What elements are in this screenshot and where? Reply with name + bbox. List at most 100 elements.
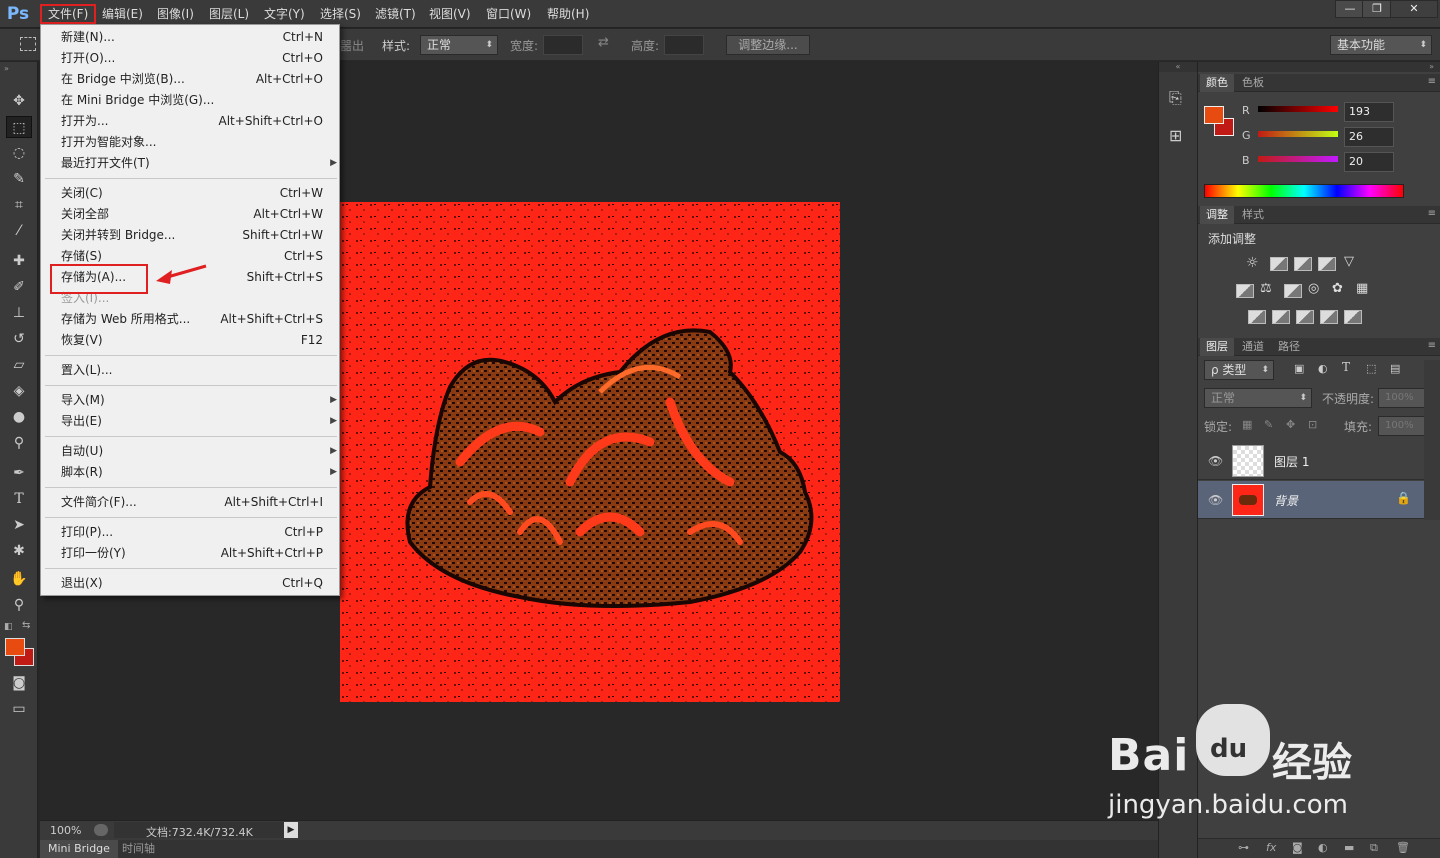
fx-icon[interactable]: fx: [1266, 841, 1276, 854]
menu-item[interactable]: 导入(M) ▶: [61, 390, 337, 411]
tab-channels[interactable]: 通道: [1236, 338, 1270, 356]
channel-g-value[interactable]: 26: [1344, 127, 1394, 147]
channel-r-slider[interactable]: [1258, 106, 1338, 112]
menu-select[interactable]: 选择(S): [314, 4, 367, 24]
tab-adjustments[interactable]: 调整: [1200, 206, 1234, 224]
panel-menu-icon[interactable]: ≡: [1428, 76, 1436, 87]
channel-r-value[interactable]: 193: [1344, 102, 1394, 122]
menu-window[interactable]: 窗口(W): [480, 4, 537, 24]
screen-mode-icon[interactable]: ▭: [6, 698, 32, 720]
collapse-icon[interactable]: »: [4, 64, 9, 73]
close-button[interactable]: ✕: [1390, 0, 1438, 18]
menu-item[interactable]: 在 Bridge 中浏览(B)... Alt+Ctrl+O: [61, 69, 331, 90]
gradient-map-icon[interactable]: [1320, 310, 1338, 324]
healing-brush-icon[interactable]: ✚: [6, 250, 32, 272]
lasso-tool-icon[interactable]: ◌: [6, 142, 32, 164]
menu-file[interactable]: 文件(F): [40, 4, 97, 24]
layer-row[interactable]: 👁 图层 1: [1198, 442, 1424, 480]
quick-select-tool-icon[interactable]: ✎: [6, 168, 32, 190]
menu-item[interactable]: 新建(N)... Ctrl+N: [61, 27, 331, 48]
menu-item[interactable]: 文件简介(F)... Alt+Shift+Ctrl+I: [61, 492, 331, 513]
restore-button[interactable]: ❐: [1362, 0, 1392, 18]
channel-mixer-icon[interactable]: ✿: [1332, 281, 1343, 296]
selective-color-icon[interactable]: [1344, 310, 1362, 324]
tab-color[interactable]: 颜色: [1200, 74, 1234, 92]
menu-item[interactable]: 恢复(V) F12: [61, 330, 331, 351]
menu-item[interactable]: 关闭全部 Alt+Ctrl+W: [61, 204, 331, 225]
new-group-icon[interactable]: ▬: [1344, 841, 1354, 854]
width-field[interactable]: [543, 35, 583, 55]
type-tool-icon[interactable]: T: [6, 488, 32, 510]
eraser-tool-icon[interactable]: ▱: [6, 354, 32, 376]
paint-bucket-icon[interactable]: ◈: [6, 380, 32, 402]
vibrance-icon[interactable]: ▽: [1344, 254, 1354, 269]
brightness-icon[interactable]: ☼: [1246, 255, 1259, 271]
filter-shape-icon[interactable]: ⬚: [1366, 362, 1376, 375]
tab-layers[interactable]: 图层: [1200, 338, 1234, 356]
swap-colors-icon[interactable]: ⇆: [22, 620, 30, 631]
tab-mini-bridge[interactable]: Mini Bridge: [40, 840, 118, 858]
curves-icon[interactable]: [1294, 257, 1312, 271]
lock-pixels-icon[interactable]: ✎: [1264, 418, 1273, 431]
blur-tool-icon[interactable]: ●: [6, 406, 32, 428]
tab-styles[interactable]: 样式: [1236, 206, 1270, 224]
shape-tool-icon[interactable]: ✱: [6, 540, 32, 562]
marquee-tool-preset-icon[interactable]: [20, 37, 36, 51]
menu-layer[interactable]: 图层(L): [203, 4, 255, 24]
hand-tool-icon[interactable]: ✋: [6, 568, 32, 590]
crop-tool-icon[interactable]: ⌗: [6, 194, 32, 216]
style-select[interactable]: 正常 ⬍: [420, 35, 498, 55]
foreground-color-swatch[interactable]: [5, 638, 25, 656]
lock-position-icon[interactable]: ✥: [1286, 418, 1295, 431]
move-tool-icon[interactable]: ✥: [6, 90, 32, 112]
marquee-tool-icon[interactable]: ⬚: [6, 116, 32, 138]
collapse-icon[interactable]: »: [1198, 62, 1440, 72]
menu-view[interactable]: 视图(V): [423, 4, 477, 24]
filter-smart-icon[interactable]: ▤: [1390, 362, 1400, 375]
menu-item[interactable]: 存储为 Web 所用格式... Alt+Shift+Ctrl+S: [61, 309, 331, 330]
stamp-tool-icon[interactable]: ⊥: [6, 302, 32, 324]
blend-mode-select[interactable]: 正常 ⬍: [1204, 388, 1312, 408]
hue-saturation-icon[interactable]: [1236, 284, 1254, 298]
eyedropper-tool-icon[interactable]: ⁄: [6, 220, 32, 242]
refine-edge-button[interactable]: 调整边缘...: [726, 35, 810, 55]
color-fg-swatch[interactable]: [1204, 106, 1224, 124]
menu-item[interactable]: 打开为... Alt+Shift+Ctrl+O: [61, 111, 331, 132]
document-image[interactable]: [340, 202, 840, 702]
quick-mask-icon[interactable]: ◙: [6, 672, 32, 694]
status-menu-arrow-icon[interactable]: ▶: [284, 822, 298, 838]
layer-name[interactable]: 背景: [1274, 492, 1298, 509]
menu-item[interactable]: 打印(P)... Ctrl+P: [61, 522, 331, 543]
default-colors-icon[interactable]: ◧: [4, 622, 13, 632]
menu-item[interactable]: 导出(E) ▶: [61, 411, 337, 432]
filter-adjust-icon[interactable]: ◐: [1318, 362, 1328, 375]
path-select-icon[interactable]: ➤: [6, 514, 32, 536]
menu-item[interactable]: 置入(L)...: [61, 360, 331, 381]
channel-b-slider[interactable]: [1258, 156, 1338, 162]
brush-tool-icon[interactable]: ✐: [6, 276, 32, 298]
threshold-icon[interactable]: [1296, 310, 1314, 324]
new-adjustment-icon[interactable]: ◐: [1318, 841, 1328, 854]
black-white-icon[interactable]: [1284, 284, 1302, 298]
layer-filter-select[interactable]: ρ 类型 ⬍: [1204, 360, 1274, 380]
menu-item[interactable]: 自动(U) ▶: [61, 441, 337, 462]
history-brush-icon[interactable]: ↺: [6, 328, 32, 350]
visibility-eye-icon[interactable]: 👁: [1208, 454, 1223, 468]
zoom-level[interactable]: 100%: [50, 824, 81, 837]
channel-b-value[interactable]: 20: [1344, 152, 1394, 172]
lock-transparent-icon[interactable]: ▦: [1242, 418, 1252, 431]
levels-icon[interactable]: [1270, 257, 1288, 271]
layers-scrollbar[interactable]: [1424, 360, 1440, 520]
channel-g-slider[interactable]: [1258, 131, 1338, 137]
menu-item[interactable]: 退出(X) Ctrl+Q: [61, 573, 331, 594]
menu-item[interactable]: 关闭(C) Ctrl+W: [61, 183, 331, 204]
menu-item[interactable]: 打印一份(Y) Alt+Shift+Ctrl+P: [61, 543, 331, 564]
invert-icon[interactable]: [1248, 310, 1266, 324]
menu-item[interactable]: 打开(O)... Ctrl+O: [61, 48, 331, 69]
menu-item[interactable]: 最近打开文件(T) ▶: [61, 153, 337, 174]
menu-edit[interactable]: 编辑(E): [96, 4, 149, 24]
layer-row[interactable]: 👁 背景 🔒: [1198, 481, 1424, 519]
color-spectrum[interactable]: [1204, 184, 1404, 198]
filter-pixel-icon[interactable]: ▣: [1294, 362, 1304, 375]
menu-item[interactable]: 脚本(R) ▶: [61, 462, 337, 483]
